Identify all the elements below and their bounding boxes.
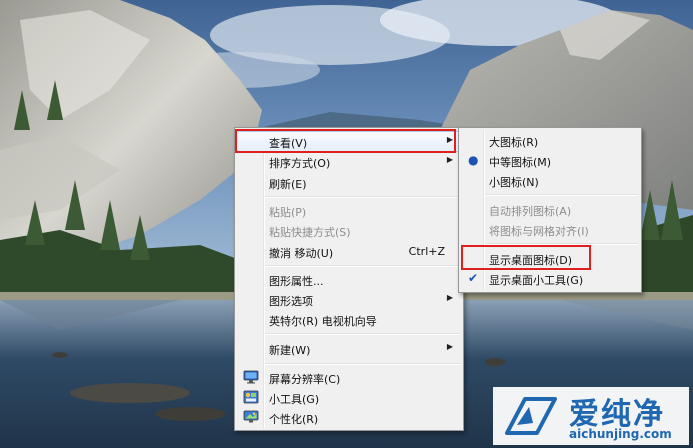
menu-item-gadgets-label: 小工具(G): [269, 393, 320, 406]
submenu-arrow-icon: ▶: [446, 342, 453, 351]
submenu-item-large-icons[interactable]: 大图标(R): [461, 131, 639, 150]
submenu-item-medium-icons[interactable]: ● 中等图标(M): [461, 151, 639, 170]
menu-item-paste-label: 粘贴(P): [269, 206, 307, 219]
submenu-item-auto-arrange-label: 自动排列图标(A): [489, 205, 572, 218]
desktop-context-menu: 查看(V) ▶ 排序方式(O) ▶ 刷新(E) 粘贴(P) 粘贴快捷方式(S) …: [234, 127, 464, 431]
highlight-box-show-desktop-icons: [461, 245, 591, 270]
menu-item-intel-tv-wizard[interactable]: 英特尔(R) 电视机向导: [237, 310, 461, 329]
menu-item-undo-move-label: 撤消 移动(U): [269, 247, 334, 260]
menu-item-personalize-label: 个性化(R): [269, 413, 319, 426]
menu-separator: [265, 363, 460, 365]
submenu-item-align-to-grid: 将图标与网格对齐(I): [461, 220, 639, 239]
submenu-arrow-icon: ▶: [446, 293, 453, 302]
menu-separator: [265, 196, 460, 198]
monitor-icon: [243, 370, 259, 384]
submenu-item-show-desktop-gadgets[interactable]: ✔ 显示桌面小工具(G): [461, 269, 639, 288]
site-watermark: 爱纯净 aichunjing.com: [493, 387, 689, 445]
menu-item-undo-shortcut: Ctrl+Z: [408, 245, 445, 258]
menu-item-paste-shortcut: 粘贴快捷方式(S): [237, 221, 461, 240]
menu-item-intel-tv-wizard-label: 英特尔(R) 电视机向导: [269, 315, 377, 328]
personalize-icon: [243, 410, 259, 423]
menu-separator: [265, 265, 460, 267]
submenu-item-small-icons-label: 小图标(N): [489, 176, 539, 189]
submenu-item-align-to-grid-label: 将图标与网格对齐(I): [489, 225, 589, 238]
submenu-item-auto-arrange: 自动排列图标(A): [461, 200, 639, 219]
menu-item-graphics-options[interactable]: 图形选项 ▶: [237, 290, 461, 309]
menu-item-paste: 粘贴(P): [237, 201, 461, 220]
menu-item-graphics-properties-label: 图形属性...: [269, 275, 324, 288]
menu-item-gadgets[interactable]: 小工具(G): [237, 388, 461, 407]
menu-separator: [265, 333, 460, 335]
submenu-item-small-icons[interactable]: 小图标(N): [461, 171, 639, 190]
menu-item-paste-shortcut-label: 粘贴快捷方式(S): [269, 226, 351, 239]
site-logo-icon: [505, 397, 557, 435]
submenu-item-medium-icons-label: 中等图标(M): [489, 156, 552, 169]
submenu-arrow-icon: ▶: [446, 155, 453, 164]
menu-item-graphics-options-label: 图形选项: [269, 295, 313, 308]
menu-item-personalize[interactable]: 个性化(R): [237, 408, 461, 427]
menu-item-sort-by-label: 排序方式(O): [269, 157, 331, 170]
radio-selected-icon: ●: [468, 153, 479, 167]
menu-item-refresh-label: 刷新(E): [269, 178, 307, 191]
menu-item-undo-move[interactable]: 撤消 移动(U) Ctrl+Z: [237, 242, 461, 261]
gadgets-icon: [243, 390, 259, 404]
menu-item-graphics-properties[interactable]: 图形属性...: [237, 270, 461, 289]
watermark-url: aichunjing.com: [569, 427, 672, 441]
submenu-item-large-icons-label: 大图标(R): [489, 136, 539, 149]
highlight-box-view: [235, 129, 456, 153]
menu-item-screen-resolution[interactable]: 屏幕分辨率(C): [237, 368, 461, 387]
menu-item-sort-by[interactable]: 排序方式(O) ▶: [237, 152, 461, 171]
menu-item-screen-resolution-label: 屏幕分辨率(C): [269, 373, 341, 386]
menu-item-new[interactable]: 新建(W) ▶: [237, 339, 461, 358]
checkmark-icon: ✔: [468, 271, 479, 285]
menu-item-new-label: 新建(W): [269, 344, 311, 357]
menu-separator: [485, 194, 638, 196]
menu-item-refresh[interactable]: 刷新(E): [237, 173, 461, 192]
submenu-item-show-desktop-gadgets-label: 显示桌面小工具(G): [489, 274, 584, 287]
